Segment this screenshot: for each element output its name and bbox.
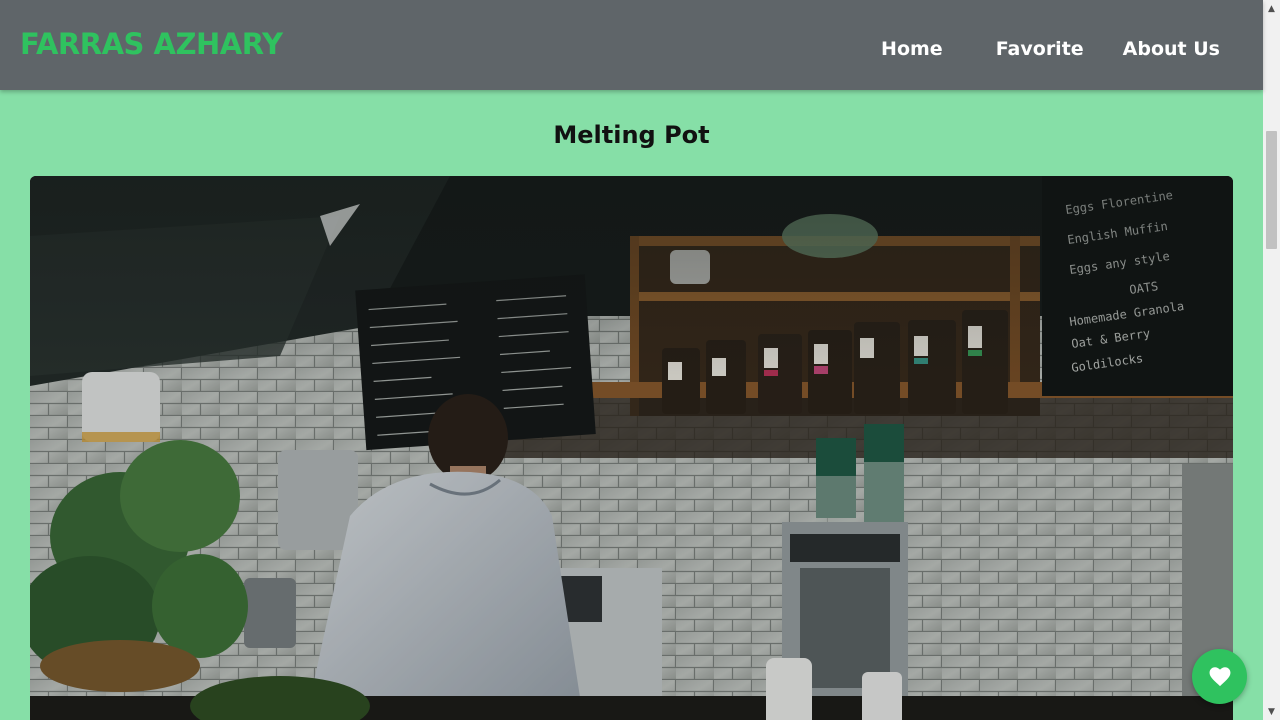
restaurant-photo: Eggs Florentine English Muffin Eggs any … <box>30 176 1233 720</box>
page-title: Melting Pot <box>553 121 710 149</box>
main-content: Melting Pot Eggs Florentine English Muff… <box>0 90 1263 720</box>
nav-favorite-link[interactable]: Favorite <box>996 38 1084 60</box>
page-scrollbar[interactable]: ▲ ▼ <box>1263 0 1280 720</box>
scroll-up-arrow-icon[interactable]: ▲ <box>1263 0 1280 17</box>
scroll-down-arrow-icon[interactable]: ▼ <box>1263 703 1280 720</box>
top-navbar: FARRAS AZHARY Home Favorite About Us <box>0 0 1263 90</box>
nav-home-link[interactable]: Home <box>881 38 943 60</box>
favorite-button[interactable] <box>1192 649 1247 704</box>
brand-logo[interactable]: FARRAS AZHARY <box>20 27 283 61</box>
scrollbar-thumb[interactable] <box>1266 131 1277 249</box>
main-nav: Home Favorite About Us <box>881 38 1220 60</box>
heart-icon <box>1209 666 1230 686</box>
nav-about-link[interactable]: About Us <box>1123 38 1220 60</box>
